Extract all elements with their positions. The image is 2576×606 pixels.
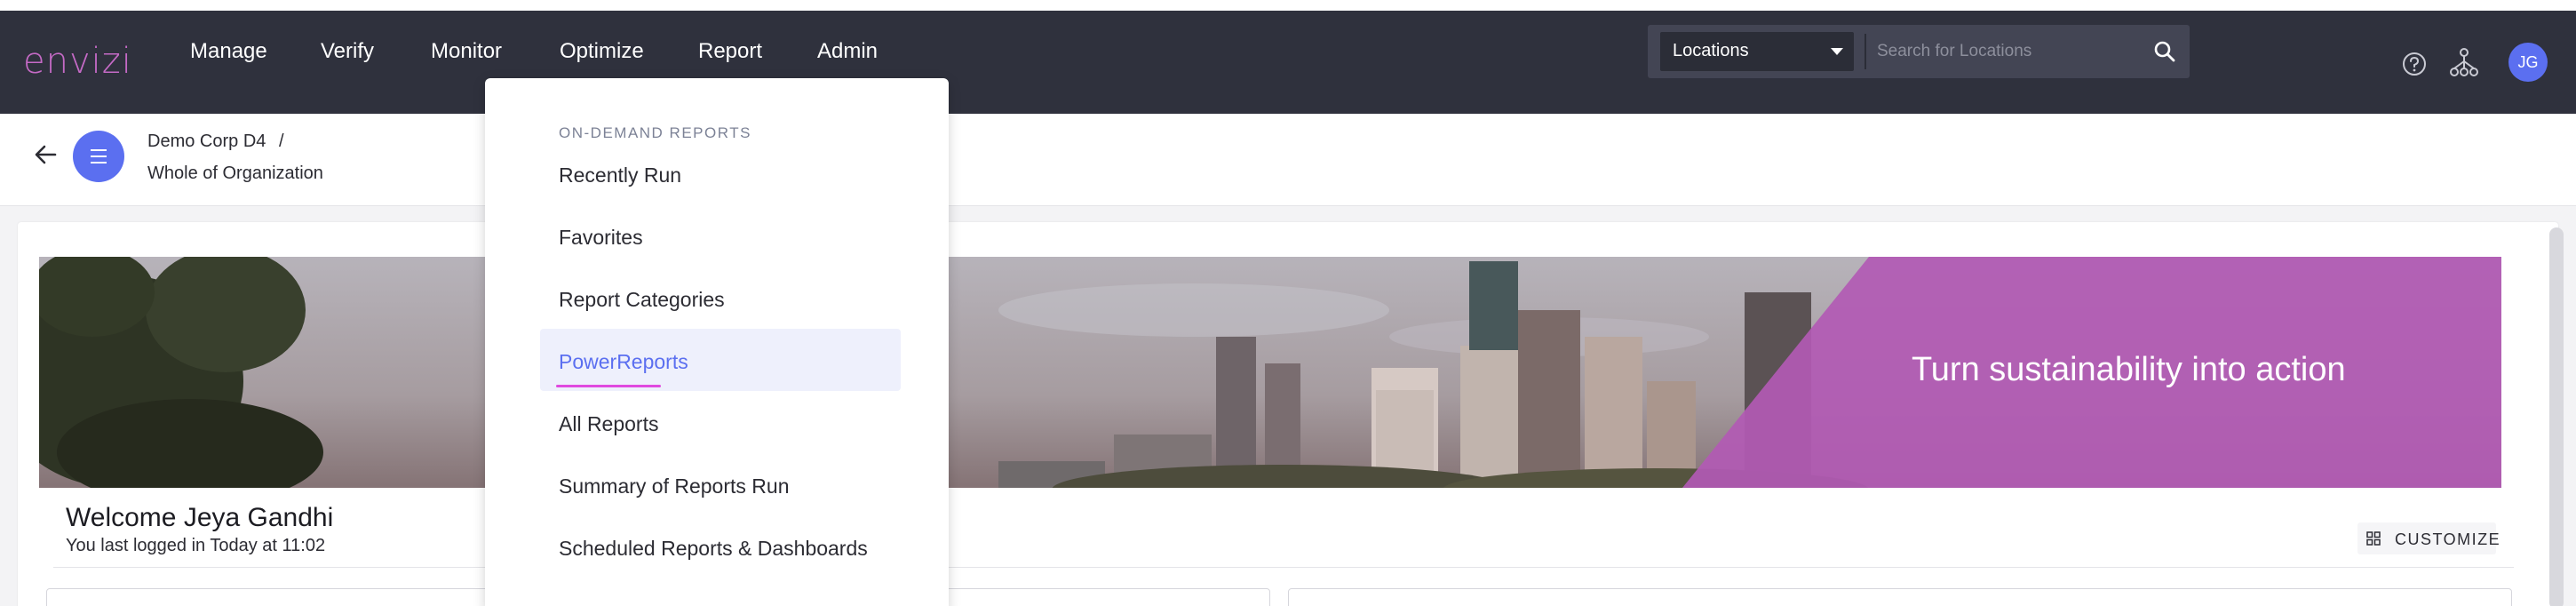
customize-label: CUSTOMIZE: [2395, 530, 2501, 548]
last-login-text: You last logged in Today at 11:02: [66, 536, 326, 555]
nav-manage[interactable]: Manage: [190, 39, 267, 64]
page-scrollbar[interactable]: [2549, 227, 2564, 606]
nav-admin[interactable]: Admin: [817, 39, 878, 64]
envizi-logo[interactable]: envizi: [23, 41, 132, 82]
context-header: [0, 114, 2576, 206]
menu-line: [91, 162, 107, 163]
menu-line: [91, 149, 107, 151]
help-icon[interactable]: [2401, 51, 2428, 77]
menu-line: [91, 155, 107, 157]
hierarchy-menu-button[interactable]: [73, 131, 124, 182]
menu-item-all-reports[interactable]: All Reports: [559, 412, 658, 436]
menu-item-summary-of-reports-run[interactable]: Summary of Reports Run: [559, 474, 789, 498]
hierarchy-icon[interactable]: [2449, 47, 2479, 77]
search-divider: [1864, 34, 1866, 69]
menu-section-heading: ON-DEMAND REPORTS: [559, 124, 751, 141]
welcome-title: Welcome Jeya Gandhi: [66, 503, 334, 532]
section-divider: [53, 567, 2514, 568]
location-type-value: Locations: [1673, 41, 1749, 60]
nav-optimize[interactable]: Optimize: [560, 39, 644, 64]
back-arrow-icon[interactable]: [32, 140, 60, 169]
caret-down-icon: [1831, 48, 1843, 55]
customize-button[interactable]: CUSTOMIZE: [2357, 522, 2500, 554]
menu-item-recently-run[interactable]: Recently Run: [559, 163, 681, 187]
menu-item-favorites[interactable]: Favorites: [559, 226, 643, 250]
menu-item-powerreports[interactable]: PowerReports: [559, 350, 688, 374]
nav-verify[interactable]: Verify: [321, 39, 374, 64]
app-root: envizi Manage Verify Monitor Optimize Re…: [0, 0, 2576, 606]
breadcrumb-separator: /: [279, 132, 284, 151]
top-strip: [0, 0, 2576, 11]
nav-report[interactable]: Report: [698, 39, 762, 64]
menu-item-report-categories[interactable]: Report Categories: [559, 288, 725, 312]
location-search-bar: Locations: [1648, 25, 2190, 78]
menu-item-active-indicator: [556, 385, 661, 387]
breadcrumb-scope: Whole of Organization: [147, 163, 323, 183]
menu-item-scheduled-reports[interactable]: Scheduled Reports & Dashboards: [559, 537, 868, 561]
dashboard-panel-right: [1288, 588, 2512, 606]
breadcrumb-organization[interactable]: Demo Corp D4: [147, 132, 266, 152]
nav-monitor[interactable]: Monitor: [431, 39, 502, 64]
search-icon[interactable]: [2152, 39, 2177, 64]
location-search-input[interactable]: [1877, 34, 2135, 69]
top-navbar: envizi: [0, 11, 2576, 114]
location-type-select[interactable]: Locations: [1660, 32, 1854, 71]
banner-tagline: Turn sustainability into action: [1912, 351, 2346, 388]
grid-icon: [2366, 531, 2381, 546]
user-avatar[interactable]: JG: [2508, 43, 2548, 82]
